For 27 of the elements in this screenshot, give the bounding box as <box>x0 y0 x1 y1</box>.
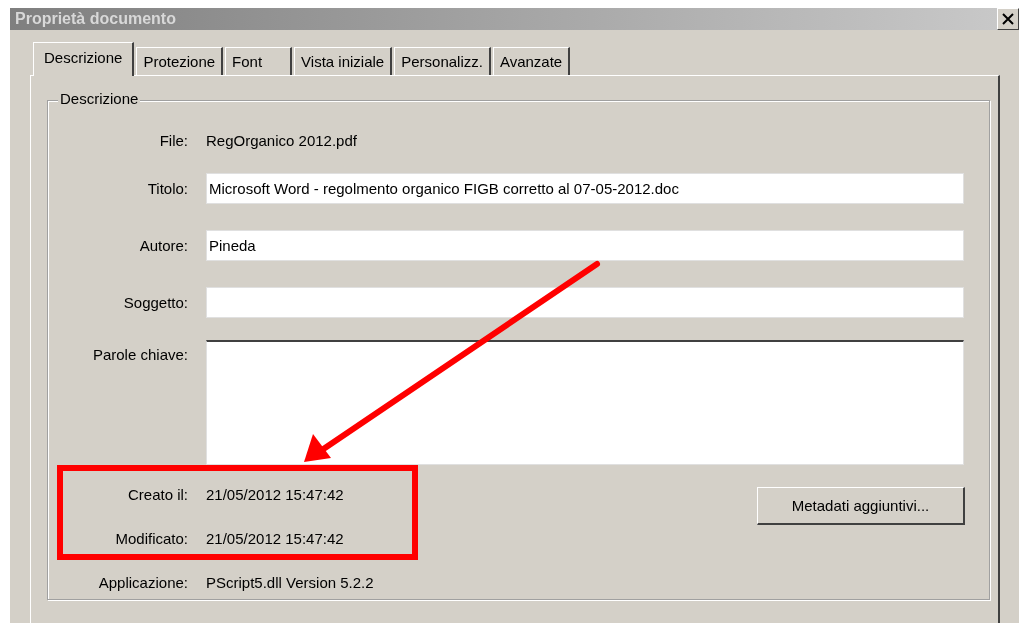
tab[interactable]: Avanzate <box>492 47 571 75</box>
field-label: Soggetto: <box>122 294 188 311</box>
field-label: Titolo: <box>146 180 188 197</box>
tab[interactable]: Vista iniziale <box>294 47 393 75</box>
input-field[interactable] <box>206 287 964 318</box>
input-field[interactable]: Microsoft Word - regolmento organico FIGB corretto al 07-05-2012.doc <box>206 173 964 204</box>
field-value: 21/05/2012 15:47:42 <box>206 485 344 503</box>
group-title: Descrizione <box>58 90 141 107</box>
field-value: 21/05/2012 15:47:42 <box>206 529 344 547</box>
field-value: RegOrganico 2012.pdf <box>206 131 357 149</box>
tab[interactable]: Descrizione <box>33 42 135 76</box>
metadata-button[interactable]: Metadati aggiuntivi... <box>757 487 965 525</box>
tab[interactable]: Font <box>225 47 293 75</box>
field-label: Parole chiave: <box>91 346 188 363</box>
close-icon <box>1002 13 1014 25</box>
field-label: Creato il: <box>126 485 188 503</box>
field-value: PScript5.dll Version 5.2.2 <box>206 573 374 591</box>
tab[interactable]: Personalizz. <box>394 47 491 75</box>
field-label: File: <box>158 131 188 149</box>
window-title: Proprietà documento <box>15 10 176 28</box>
field-label: Autore: <box>138 237 188 254</box>
close-button[interactable] <box>997 8 1019 30</box>
field-label: Applicazione: <box>97 573 188 591</box>
tab[interactable]: Protezione <box>136 47 224 75</box>
input-field[interactable]: Pineda <box>206 230 964 261</box>
field-label: Modificato: <box>114 529 188 547</box>
text-area[interactable] <box>206 340 964 465</box>
